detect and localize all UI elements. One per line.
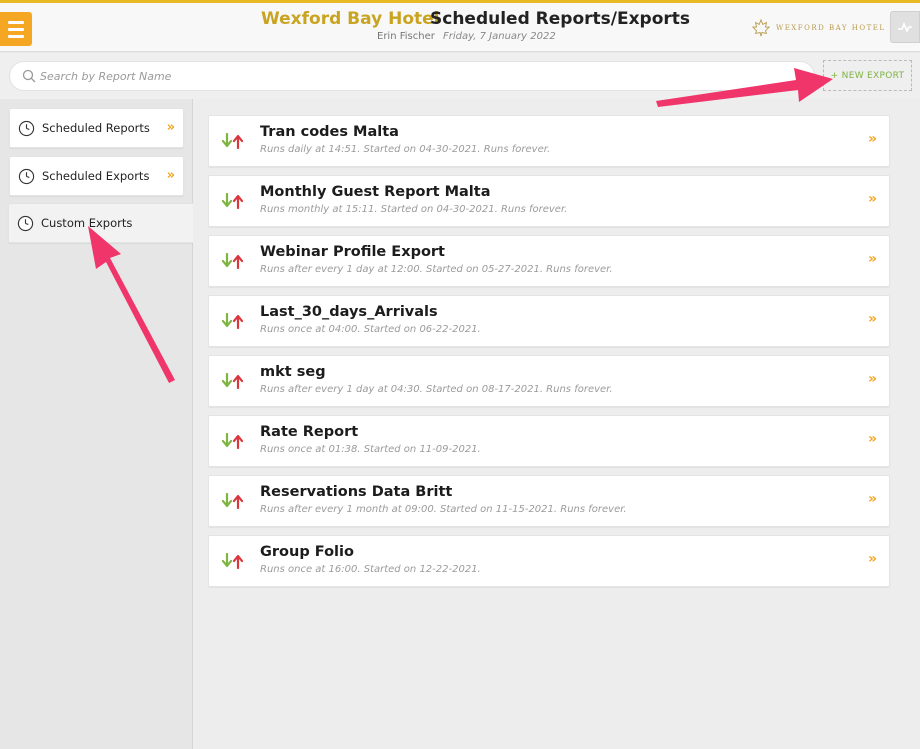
list-item[interactable]: Webinar Profile Export Runs after every 1… [208,235,890,287]
search-icon [22,69,36,83]
hotel-logo: WEXFORD BAY HOTEL [752,19,886,37]
list-item[interactable]: Tran codes Malta Runs daily at 14:51. Sta… [208,115,890,167]
search-input[interactable]: Search by Report Name [9,61,815,91]
up-down-arrows-icon [221,553,244,569]
up-down-arrows-icon [221,193,244,209]
sidebar-item-label: Scheduled Reports [42,121,150,135]
list-item[interactable]: Rate Report Runs once at 01:38. Started o… [208,415,890,467]
export-title: Rate Report [260,424,359,440]
exports-list: Tran codes Malta Runs daily at 14:51. Sta… [193,99,920,749]
list-item[interactable]: Group Folio Runs once at 16:00. Started o… [208,535,890,587]
clock-icon [17,215,34,231]
export-title: Webinar Profile Export [260,244,445,260]
double-chevron-right-icon[interactable]: » [868,191,877,207]
up-down-arrows-icon [221,433,244,449]
export-schedule: Runs daily at 14:51. Started on 04-30-20… [260,144,551,155]
sidebar: Scheduled Reports » Scheduled Exports » … [0,99,193,749]
export-schedule: Runs monthly at 15:11. Started on 04-30-… [260,204,568,215]
new-export-button[interactable]: + NEW EXPORT [823,60,912,91]
search-placeholder: Search by Report Name [40,69,172,83]
hamburger-icon [8,20,24,24]
up-down-arrows-icon [221,253,244,269]
logo-text: WEXFORD BAY HOTEL [776,24,886,32]
double-chevron-right-icon[interactable]: » [868,551,877,567]
sidebar-item-label: Scheduled Exports [42,169,150,183]
menu-button[interactable] [0,12,32,46]
export-schedule: Runs once at 01:38. Started on 11-09-202… [260,444,481,455]
export-title: Group Folio [260,544,354,560]
export-schedule: Runs once at 16:00. Started on 12-22-202… [260,564,481,575]
list-item[interactable]: mkt seg Runs after every 1 day at 04:30. … [208,355,890,407]
export-schedule: Runs once at 04:00. Started on 06-22-202… [260,324,481,335]
user-name: Erin Fischer [377,31,435,42]
sidebar-item-scheduled-exports[interactable]: Scheduled Exports » [9,156,184,196]
double-chevron-right-icon: » [166,120,175,135]
export-title: Reservations Data Britt [260,484,453,500]
activity-button[interactable] [890,11,920,43]
clock-icon [18,120,35,136]
double-chevron-right-icon[interactable]: » [868,131,877,147]
list-item[interactable]: Monthly Guest Report Malta Runs monthly a… [208,175,890,227]
double-chevron-right-icon[interactable]: » [868,371,877,387]
double-chevron-right-icon[interactable]: » [868,251,877,267]
list-item[interactable]: Last_30_days_Arrivals Runs once at 04:00.… [208,295,890,347]
double-chevron-right-icon[interactable]: » [868,311,877,327]
sidebar-item-custom-exports[interactable]: Custom Exports [8,203,193,243]
up-down-arrows-icon [221,313,244,329]
double-chevron-right-icon[interactable]: » [868,491,877,507]
sidebar-item-scheduled-reports[interactable]: Scheduled Reports » [9,108,184,148]
export-title: Tran codes Malta [260,124,399,140]
sidebar-item-label: Custom Exports [41,216,133,230]
export-schedule: Runs after every 1 month at 09:00. Start… [260,504,627,515]
double-chevron-right-icon[interactable]: » [868,431,877,447]
export-schedule: Runs after every 1 day at 12:00. Started… [260,264,613,275]
activity-icon [898,21,912,33]
double-chevron-right-icon: » [166,168,175,183]
hotel-name: Wexford Bay Hotel [261,9,440,29]
clock-icon [18,168,35,184]
page-title: Scheduled Reports/Exports [430,9,691,29]
list-item[interactable]: Reservations Data Britt Runs after every … [208,475,890,527]
up-down-arrows-icon [221,493,244,509]
export-title: Monthly Guest Report Malta [260,184,491,200]
app-header: Wexford Bay Hotel Scheduled Reports/Expo… [0,3,920,52]
up-down-arrows-icon [221,373,244,389]
up-down-arrows-icon [221,133,244,149]
export-title: mkt seg [260,364,326,380]
current-date: Friday, 7 January 2022 [443,31,556,42]
export-schedule: Runs after every 1 day at 04:30. Started… [260,384,613,395]
maple-leaf-icon [752,19,770,37]
export-title: Last_30_days_Arrivals [260,304,438,320]
search-bar-row: Search by Report Name + NEW EXPORT [0,53,920,99]
